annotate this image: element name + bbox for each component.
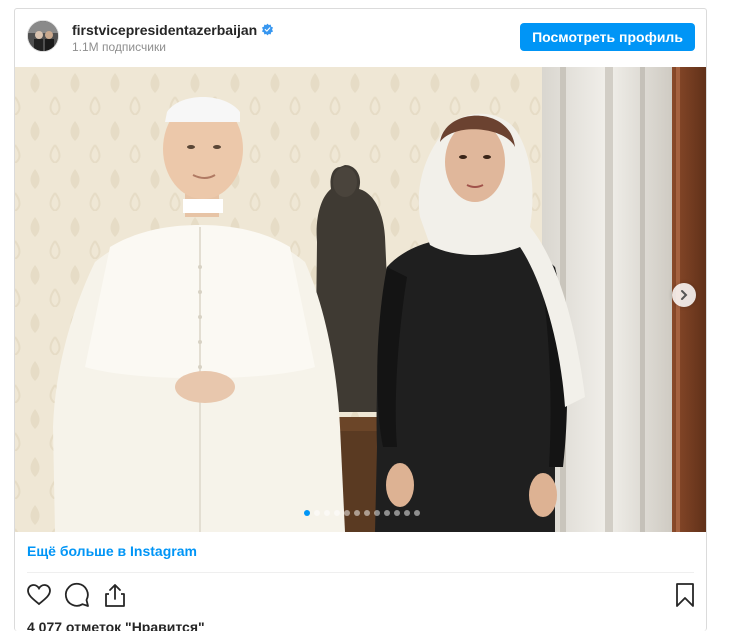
post-photo[interactable] — [15, 67, 706, 532]
heart-icon[interactable] — [25, 581, 53, 609]
carousel-next-button[interactable] — [672, 283, 696, 307]
carousel-dot — [353, 510, 360, 516]
photo-image — [15, 67, 706, 532]
post-actions — [15, 581, 706, 613]
carousel-dot — [413, 510, 420, 516]
username-text[interactable]: firstvicepresidentazerbaijan — [72, 22, 257, 38]
more-on-instagram-link[interactable]: Ещё больше в Instagram — [27, 543, 197, 559]
carousel-dot — [343, 510, 350, 516]
bookmark-icon[interactable] — [671, 581, 699, 609]
carousel-dot — [373, 510, 380, 516]
view-profile-button[interactable]: Посмотреть профиль — [520, 23, 695, 51]
carousel-dot — [403, 510, 410, 516]
avatar[interactable] — [27, 20, 59, 52]
carousel-dot — [393, 510, 400, 516]
likes-count[interactable]: 4 077 отметок "Нравится" — [27, 619, 205, 631]
verified-badge-icon — [262, 23, 274, 36]
followers-count: 1.1M подписчики — [72, 40, 166, 54]
carousel-dot — [333, 510, 340, 516]
post-header: firstvicepresidentazerbaijan 1.1M подпис… — [15, 9, 706, 67]
username-link[interactable]: firstvicepresidentazerbaijan — [72, 22, 274, 38]
carousel-dot — [323, 510, 330, 516]
carousel-dot — [363, 510, 370, 516]
carousel-dot — [303, 510, 310, 516]
comment-icon[interactable] — [63, 581, 91, 609]
carousel-dot — [313, 510, 320, 516]
chevron-right-icon — [681, 290, 688, 300]
carousel-dot — [383, 510, 390, 516]
instagram-embed-card: firstvicepresidentazerbaijan 1.1M подпис… — [14, 8, 707, 631]
divider — [27, 572, 694, 573]
carousel-dots — [15, 510, 706, 516]
share-icon[interactable] — [101, 581, 129, 609]
